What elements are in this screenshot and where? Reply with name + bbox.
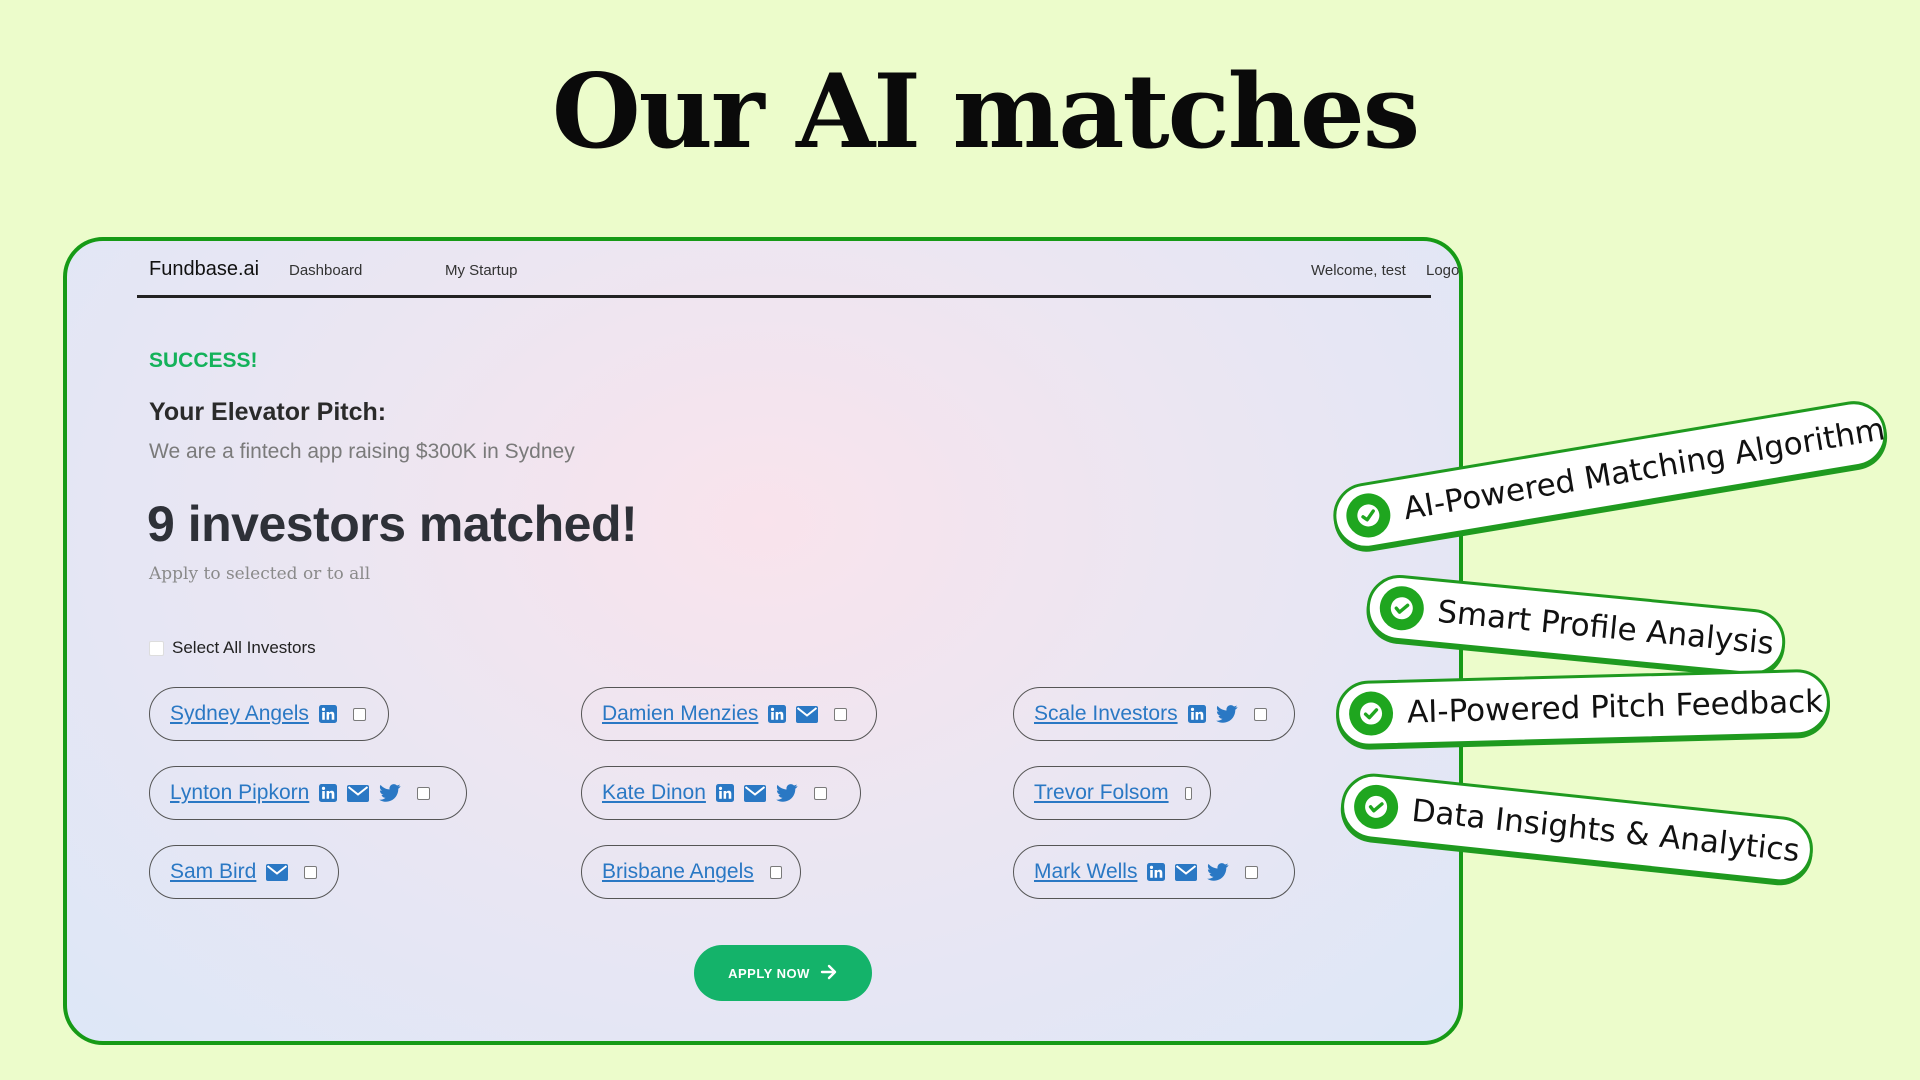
investor-checkbox[interactable] — [813, 786, 827, 800]
investor-checkbox[interactable] — [417, 786, 431, 800]
investor-chip: Sam Bird — [149, 845, 339, 899]
linkedin-icon[interactable] — [715, 784, 734, 802]
investor-checkbox[interactable] — [304, 865, 318, 879]
investor-name-link[interactable]: Damien Menzies — [602, 702, 758, 726]
twitter-icon[interactable] — [379, 784, 401, 802]
investor-name-link[interactable]: Mark Wells — [1034, 860, 1137, 884]
investor-checkbox[interactable] — [769, 865, 782, 879]
email-icon[interactable] — [743, 784, 766, 802]
nav-link-my-startup[interactable]: My Startup — [445, 262, 518, 279]
twitter-icon[interactable] — [776, 784, 798, 802]
nav-link-dashboard[interactable]: Dashboard — [289, 262, 362, 279]
page-headline: Our AI matches — [551, 52, 1420, 172]
investor-chip: Sydney Angels — [149, 687, 389, 741]
apply-now-button[interactable]: APPLY NOW — [694, 945, 872, 1001]
investor-name-link[interactable]: Scale Investors — [1034, 702, 1178, 726]
top-navbar: Fundbase.ai Dashboard My Startup Welcome… — [137, 241, 1459, 298]
select-all-checkbox[interactable] — [149, 640, 164, 656]
email-icon[interactable] — [1175, 863, 1198, 881]
matched-count-heading: 9 investors matched! — [147, 496, 638, 552]
email-icon[interactable] — [266, 863, 289, 881]
check-circle-icon — [1348, 690, 1394, 737]
investor-checkbox[interactable] — [1253, 707, 1267, 721]
check-circle-icon — [1377, 584, 1426, 633]
email-icon[interactable] — [347, 784, 370, 802]
feature-label: AI-Powered Matching Algorithm — [1400, 411, 1888, 528]
logout-link[interactable]: Logout — [1426, 262, 1459, 279]
pitch-text: We are a fintech app raising $300K in Sy… — [149, 440, 575, 463]
select-all-label: Select All Investors — [172, 638, 316, 657]
pitch-heading: Your Elevator Pitch: — [149, 398, 387, 426]
investor-chip: Scale Investors — [1013, 687, 1295, 741]
success-message: SUCCESS! — [149, 349, 258, 372]
brand-logo[interactable]: Fundbase.ai — [149, 258, 259, 281]
apply-now-label: APPLY NOW — [728, 965, 810, 981]
linkedin-icon[interactable] — [319, 784, 338, 802]
investor-chip: Kate Dinon — [581, 766, 861, 820]
investor-name-link[interactable]: Brisbane Angels — [602, 860, 754, 884]
investor-name-link[interactable]: Sam Bird — [170, 860, 256, 884]
feature-label: AI-Powered Pitch Feedback — [1406, 683, 1824, 731]
linkedin-icon[interactable] — [1187, 705, 1206, 723]
investor-chip: Mark Wells — [1013, 845, 1295, 899]
investor-name-link[interactable]: Trevor Folsom — [1034, 781, 1169, 805]
investor-name-link[interactable]: Lynton Pipkorn — [170, 781, 309, 805]
investor-chip: Trevor Folsom — [1013, 766, 1211, 820]
check-circle-icon — [1351, 782, 1401, 832]
investor-checkbox[interactable] — [834, 707, 848, 721]
twitter-icon[interactable] — [1207, 863, 1229, 881]
investor-name-link[interactable]: Sydney Angels — [170, 702, 309, 726]
linkedin-icon[interactable] — [318, 705, 337, 723]
investor-chip: Lynton Pipkorn — [149, 766, 467, 820]
select-all-control[interactable]: Select All Investors — [149, 638, 316, 658]
linkedin-icon[interactable] — [1147, 863, 1166, 881]
welcome-text: Welcome, test — [1311, 262, 1406, 279]
check-circle-icon — [1343, 490, 1394, 541]
arrow-right-icon — [820, 963, 838, 984]
investor-checkbox[interactable] — [1184, 786, 1192, 800]
feature-badge: AI-Powered Pitch Feedback — [1335, 668, 1831, 748]
investor-name-link[interactable]: Kate Dinon — [602, 781, 706, 805]
twitter-icon[interactable] — [1215, 705, 1238, 723]
email-icon[interactable] — [796, 705, 819, 723]
apply-hint: Apply to selected or to all — [149, 564, 371, 584]
investor-chip: Brisbane Angels — [581, 845, 801, 899]
investor-checkbox[interactable] — [1245, 865, 1259, 879]
investor-checkbox[interactable] — [352, 707, 366, 721]
feature-label: Smart Profile Analysis — [1435, 593, 1776, 662]
investor-chip: Damien Menzies — [581, 687, 877, 741]
linkedin-icon[interactable] — [768, 705, 787, 723]
feature-label: Data Insights & Analytics — [1410, 792, 1802, 870]
app-screenshot-frame: Fundbase.ai Dashboard My Startup Welcome… — [63, 237, 1463, 1045]
